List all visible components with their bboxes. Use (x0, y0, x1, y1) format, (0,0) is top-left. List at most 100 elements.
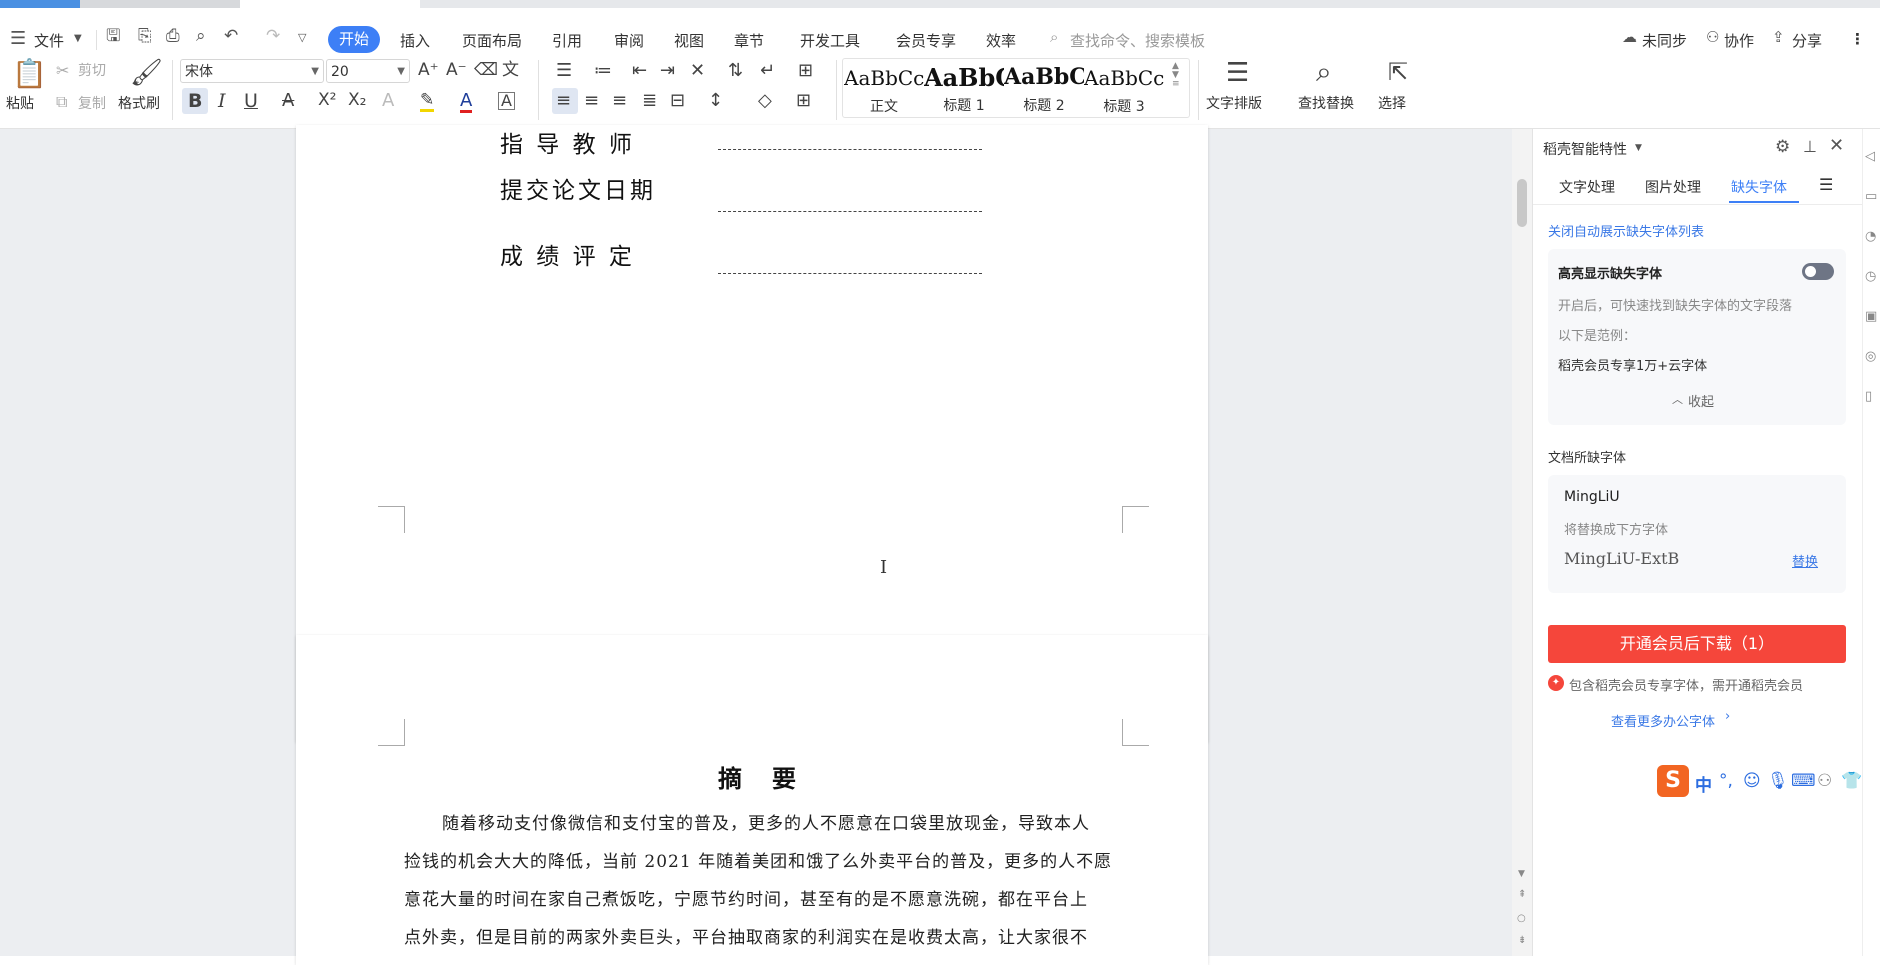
field-line-advisor[interactable] (718, 149, 982, 150)
tab-review[interactable]: 审阅 (614, 30, 644, 51)
tab-references[interactable]: 引用 (552, 30, 582, 51)
grow-font-icon[interactable]: A⁺ (418, 62, 439, 79)
microphone-icon[interactable]: 🎙 (1767, 771, 1789, 791)
tab-start[interactable]: 开始 (328, 26, 380, 53)
file-menu[interactable]: 文件 (34, 30, 64, 51)
tab-image-processing[interactable]: 图片处理 (1645, 177, 1701, 197)
tab-strip-active[interactable] (0, 0, 80, 8)
keyboard-icon[interactable]: ⌨ (1791, 771, 1816, 791)
sort-icon[interactable]: ↵ (760, 62, 775, 80)
page-2[interactable]: 摘 要 随着移动支付像微信和支付宝的普及，更多的人不愿意在口袋里放现金，导致本人… (296, 635, 1208, 965)
find-replace-button[interactable]: 查找替换 (1298, 97, 1354, 111)
panel-title[interactable]: 稻壳智能特性 (1543, 139, 1627, 159)
decrease-indent-icon[interactable]: ⇤ (632, 62, 647, 80)
save-icon[interactable]: 🖫 (106, 28, 120, 45)
rail-icon-1[interactable]: ◁ (1865, 149, 1875, 164)
char-border-icon[interactable]: A (498, 92, 515, 110)
print-preview-icon[interactable]: ⌕ (196, 28, 206, 45)
subscript-icon[interactable]: X₂ (348, 92, 366, 109)
copy-button[interactable]: 复制 (78, 97, 106, 111)
pin-icon[interactable]: ⊥ (1803, 137, 1817, 156)
redo-icon[interactable]: ↷ (266, 28, 280, 45)
tab-developer[interactable]: 开发工具 (800, 30, 860, 51)
paste-button[interactable]: 粘贴 (6, 97, 34, 111)
emoji-icon[interactable]: ☺ (1743, 771, 1761, 791)
highlight-icon[interactable]: ✎ (420, 92, 435, 112)
borders-icon[interactable]: ⊞ (796, 92, 811, 110)
style-normal[interactable]: AaBbCcDd 正文 (844, 60, 924, 116)
font-color-icon[interactable]: A (460, 92, 473, 113)
document-canvas[interactable]: 指 导 教 师 提交论文日期 成 绩 评 定 I 摘 要 随着移动支付像微信和支… (0, 125, 1512, 965)
field-line-grade[interactable] (718, 273, 982, 274)
font-name-select[interactable]: 宋体 ▼ (180, 59, 324, 83)
command-search-input[interactable]: 查找命令、搜索模板 (1070, 30, 1205, 51)
tab-section[interactable]: 章节 (734, 30, 764, 51)
sync-status[interactable]: 未同步 (1642, 30, 1687, 51)
ime-mode[interactable]: 中 (1695, 771, 1712, 796)
font-size-select[interactable]: 20 ▼ (326, 59, 410, 83)
chevron-up-icon[interactable]: ︿ (1672, 391, 1683, 407)
tab-missing-fonts[interactable]: 缺失字体 (1731, 177, 1787, 197)
punctuation-icon[interactable]: °, (1719, 771, 1733, 791)
underline-icon[interactable]: U (244, 92, 258, 111)
align-left-icon[interactable]: ≡ (556, 92, 571, 110)
undo-icon[interactable]: ↶ (224, 28, 238, 45)
style-heading-3[interactable]: AaBbCc 标题 3 (1084, 60, 1164, 116)
show-marks-icon[interactable]: ⊞ (798, 62, 813, 80)
justify-icon[interactable]: ≣ (642, 92, 657, 110)
chevron-down-icon[interactable]: ▼ (1635, 143, 1642, 153)
tab-page-layout[interactable]: 页面布局 (462, 30, 522, 51)
gear-icon[interactable]: ⚙ (1775, 137, 1790, 157)
chevron-down-icon[interactable]: ▼ (74, 34, 82, 44)
highlight-toggle[interactable] (1802, 263, 1834, 280)
print-icon[interactable]: ⎙ (166, 28, 180, 45)
tab-strip-item[interactable] (80, 0, 240, 8)
skin-icon[interactable]: 👕 (1841, 771, 1862, 791)
strikethrough-icon[interactable]: A (282, 92, 294, 110)
scroll-down-icon[interactable]: ▼ (1518, 869, 1525, 879)
tab-view[interactable]: 视图 (674, 30, 704, 51)
text-direction-icon[interactable]: ⇅ (728, 62, 743, 80)
rail-icon-2[interactable]: ▭ (1865, 189, 1877, 204)
align-center-icon[interactable]: ≡ (584, 92, 599, 110)
tab-efficiency[interactable]: 效率 (986, 30, 1016, 51)
bullet-list-icon[interactable]: ☰ (556, 62, 572, 80)
shrink-font-icon[interactable]: A⁻ (446, 62, 467, 79)
prev-page-icon[interactable]: ⇞ (1518, 889, 1526, 900)
bold-icon[interactable]: B (188, 92, 202, 111)
chinese-layout-icon[interactable]: ✕ (690, 62, 705, 80)
tab-insert[interactable]: 插入 (400, 30, 430, 51)
clear-format-icon[interactable]: ⌫ (474, 62, 498, 79)
styles-scroll-icon[interactable]: ▲ ▼ ≡ (1172, 62, 1180, 89)
text-effect-icon[interactable]: A (382, 92, 394, 110)
style-heading-1[interactable]: AaBbC 标题 1 (924, 60, 1004, 116)
increase-indent-icon[interactable]: ⇥ (660, 62, 675, 80)
rail-icon-6[interactable]: ◎ (1865, 349, 1876, 364)
tab-strip-doc[interactable] (240, 0, 420, 8)
next-page-icon[interactable]: ⇟ (1518, 935, 1526, 946)
collapse-button[interactable]: 收起 (1688, 391, 1714, 410)
italic-icon[interactable]: I (218, 92, 226, 111)
line-spacing-icon[interactable]: ↕ (708, 92, 723, 110)
select-button[interactable]: 选择 (1378, 97, 1406, 111)
align-right-icon[interactable]: ≡ (612, 92, 627, 110)
chevron-right-icon[interactable]: › (1725, 709, 1730, 724)
rail-icon-5[interactable]: ▣ (1865, 309, 1877, 324)
text-layout-button[interactable]: 文字排版 (1206, 97, 1262, 111)
browse-object-icon[interactable]: ○ (1517, 913, 1526, 924)
rail-icon-4[interactable]: ◷ (1865, 269, 1876, 284)
rail-icon-3[interactable]: ◔ (1865, 229, 1876, 244)
style-heading-2[interactable]: AaBbC 标题 2 (1004, 60, 1084, 116)
user-icon[interactable]: ⚇ (1817, 771, 1832, 791)
more-quick-icon[interactable]: ▽ (298, 32, 306, 43)
close-auto-show-link[interactable]: 关闭自动展示缺失字体列表 (1548, 221, 1704, 240)
tab-text-processing[interactable]: 文字处理 (1559, 177, 1615, 197)
tab-member[interactable]: 会员专享 (896, 30, 956, 51)
scrollbar-thumb[interactable] (1517, 179, 1527, 227)
phonetic-icon[interactable]: 文 (502, 62, 519, 79)
rail-icon-7[interactable]: ▯ (1865, 389, 1872, 404)
ime-toolbar[interactable]: S 中 °, ☺ 🎙 ⌨ ⚇ 👕 (1657, 765, 1863, 799)
more-vertical-icon[interactable]: ⋮ (1850, 30, 1865, 48)
share-button[interactable]: 分享 (1792, 30, 1822, 51)
superscript-icon[interactable]: X² (318, 92, 336, 109)
